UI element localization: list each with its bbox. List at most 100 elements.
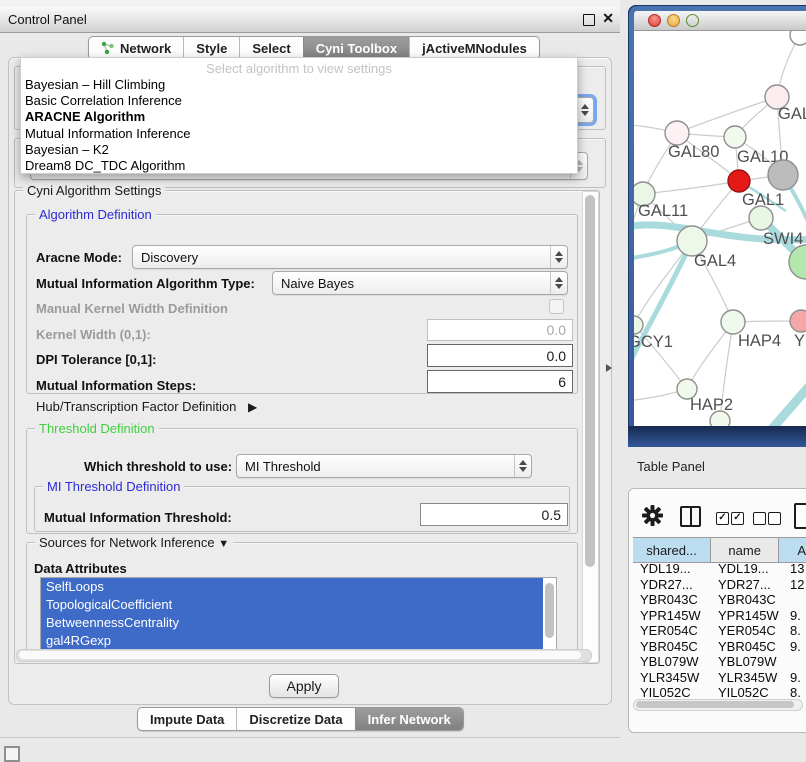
settings-hscrollbar-track[interactable] [16,649,592,662]
select-all-check-icon-2[interactable]: ✓ [731,512,744,525]
mi-steps-label: Mutual Information Steps: [36,378,196,393]
network-node[interactable] [665,121,689,145]
list-scrollbar-thumb[interactable] [545,583,554,638]
table-row[interactable]: YDR27...YDR27...12 [633,577,806,593]
which-threshold-label: Which threshold to use: [84,459,232,474]
column-header-name[interactable]: name [711,538,779,562]
dpi-tolerance-field[interactable]: 0.0 [427,344,573,367]
table-hscrollbar-thumb[interactable] [636,701,794,708]
tab-infer-network[interactable]: Infer Network [355,708,463,730]
tab-network[interactable]: Network [89,37,183,59]
table-row[interactable]: YBL079WYBL079W [633,654,806,670]
table-cell: YIL052C [713,685,783,698]
minimized-panel-icon[interactable] [4,746,20,762]
hub-definition-label: Hub/Transcription Factor Definition [36,399,236,414]
network-window-titlebar[interactable] [634,11,806,31]
new-table-icon[interactable] [794,503,806,529]
minimize-traffic-light[interactable] [667,14,680,27]
network-node[interactable] [724,126,746,148]
table-cell: 9. [783,639,806,655]
threshold-definition-title: Threshold Definition [35,421,159,436]
algorithm-option[interactable]: Dream8 DC_TDC Algorithm [21,158,577,174]
network-node[interactable] [768,160,798,190]
data-attribute-item[interactable]: TopologicalCoefficient [41,596,543,614]
settings-scrollbar-track[interactable] [582,191,599,663]
algorithm-popup: Select algorithm to view settings Bayesi… [20,57,578,174]
algorithm-option[interactable]: Mutual Information Inference [21,126,577,142]
deselect-all-icon[interactable] [753,512,766,525]
algorithm-option[interactable]: ARACNE Algorithm [21,109,577,125]
network-node[interactable] [634,316,643,334]
network-node[interactable] [721,310,745,334]
algorithm-option[interactable]: Basic Correlation Inference [21,93,577,109]
tab-label: Discretize Data [249,712,342,727]
close-icon[interactable]: ✕ [602,10,614,27]
node-label: GAL11 [638,202,688,220]
network-node[interactable] [749,206,773,230]
node-label: SWI4 [763,230,803,248]
node-label: GAL4 [694,252,736,270]
tab-label: Network [120,41,171,56]
column-header-partial[interactable]: A [779,538,806,562]
tab-label: Select [252,41,290,56]
table-row[interactable]: YBR045CYBR045C9. [633,639,806,655]
table-hscrollbar-track[interactable] [633,699,803,711]
mi-threshold-field[interactable]: 0.5 [420,503,568,526]
table-row[interactable]: YPR145WYPR145W9. [633,608,806,624]
network-node[interactable] [710,411,730,426]
float-panel-icon[interactable] [583,14,595,26]
gear-icon[interactable] [642,505,663,526]
hub-definition-expander[interactable]: Hub/Transcription Factor Definition ▶ [36,399,257,414]
data-attribute-item[interactable]: BetweennessCentrality [41,614,543,632]
data-attributes-label: Data Attributes [34,561,127,576]
zoom-traffic-light[interactable] [686,14,699,27]
table-row[interactable]: YDL19...YDL19...13 [633,561,806,577]
mi-steps-field[interactable]: 6 [427,370,573,393]
algorithm-option[interactable]: Bayesian – K2 [21,142,577,158]
table-cell: YPR145W [713,608,783,624]
apply-button-label: Apply [286,678,321,694]
table-cell: YPR145W [633,608,713,624]
mi-type-combo[interactable]: Naive Bayes [272,271,568,295]
tab-style[interactable]: Style [183,37,239,59]
splitter-arrow-icon[interactable] [606,364,612,372]
table-cell: 9. [783,608,806,624]
tab-jactivemnodules[interactable]: jActiveMNodules [409,37,539,59]
network-node[interactable] [728,170,750,192]
data-attribute-item[interactable]: gal4RGexp [41,632,543,650]
mi-threshold-label: Mutual Information Threshold: [44,510,232,525]
aracne-mode-combo[interactable]: Discovery [132,245,568,269]
network-node[interactable] [790,310,806,332]
tab-impute-data[interactable]: Impute Data [138,708,236,730]
tab-label: Cyni Toolbox [316,41,397,56]
combo-value: MI Threshold [237,459,514,474]
kernel-width-field[interactable]: 0.0 [427,319,573,341]
network-frame-bottom [628,426,806,447]
settings-hscrollbar-thumb[interactable] [19,651,581,659]
table-cell: YDL19... [633,561,713,577]
table-row[interactable]: YIL052CYIL052C8. [633,685,806,698]
table-row[interactable]: YER054CYER054C8. [633,623,806,639]
data-attribute-item[interactable]: SelfLoops [41,578,543,596]
select-all-check-icon[interactable]: ✓ [716,512,729,525]
table-row[interactable]: YBR043CYBR043C [633,592,806,608]
tab-select[interactable]: Select [239,37,302,59]
sources-group-title[interactable]: Sources for Network Inference ▼ [35,535,233,552]
tab-cyni-toolbox[interactable]: Cyni Toolbox [303,37,409,59]
table-cell: YBL079W [633,654,713,670]
which-threshold-combo[interactable]: MI Threshold [236,454,532,478]
table-header: shared... name A [633,537,806,563]
algorithm-option[interactable]: Bayesian – Hill Climbing [21,77,577,93]
tab-discretize-data[interactable]: Discretize Data [236,708,354,730]
table-row[interactable]: YLR345WYLR345W9. [633,670,806,686]
apply-button[interactable]: Apply [269,674,339,698]
table-cell: 8. [783,623,806,639]
network-canvas[interactable]: GAL7GAL80GAL10GAL1GAL11SWI4GAL4GCY1HAP4Y… [634,31,806,426]
network-node[interactable] [790,31,806,45]
columns-icon[interactable] [680,506,701,527]
close-traffic-light[interactable] [648,14,661,27]
deselect-all-icon-2[interactable] [768,512,781,525]
column-header-shared-name[interactable]: shared... [633,538,711,562]
settings-scrollbar-thumb[interactable] [585,195,595,567]
manual-kernel-checkbox[interactable] [549,299,564,314]
